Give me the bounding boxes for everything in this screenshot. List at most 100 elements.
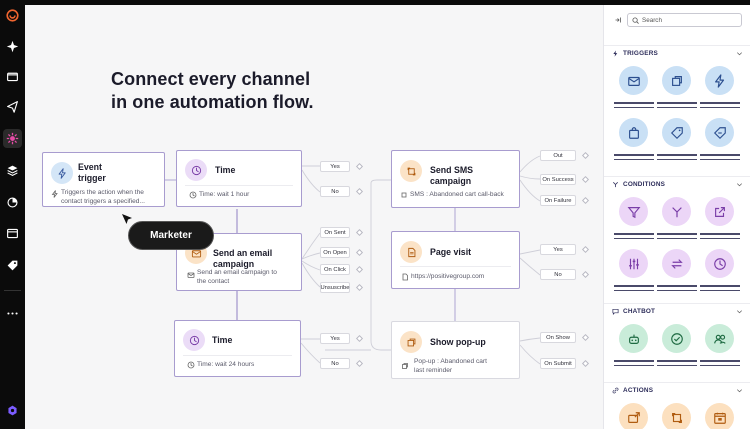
section-conditions[interactable]: CONDITIONS [604, 176, 750, 191]
automation-icon[interactable] [3, 129, 22, 148]
branch-no[interactable]: No [540, 269, 590, 280]
chevron-down-icon [737, 389, 742, 393]
node-divider [400, 266, 511, 267]
branch-no[interactable]: No [320, 358, 364, 369]
brand-logo-icon[interactable] [3, 6, 22, 25]
section-title: ACTIONS [623, 387, 654, 394]
node-title: Send SMS campaign [430, 165, 474, 186]
section-title: CHATBOT [623, 308, 656, 315]
branch-yes[interactable]: Yes [320, 333, 364, 344]
node-description: Time: wait 1 hour [199, 191, 250, 198]
chat-icon [612, 308, 619, 315]
time-wait-1-node[interactable]: Time Time: wait 1 hour [176, 150, 302, 207]
section-title: TRIGGERS [623, 50, 658, 57]
node-title: Time [212, 335, 233, 345]
pointer-cursor-icon [122, 214, 132, 224]
branch-on-click[interactable]: On Click [320, 264, 364, 275]
section-triggers[interactable]: TRIGGERS [604, 45, 750, 60]
clock-icon [189, 191, 197, 199]
node-divider [185, 185, 293, 186]
branch-on-sent[interactable]: On Sent [320, 227, 364, 238]
lightning-icon [705, 66, 734, 95]
show-popup-node[interactable]: Show pop-up Pop-up : Abandoned cart last … [391, 321, 520, 379]
document-icon [402, 273, 408, 281]
more-icon[interactable] [3, 304, 22, 323]
search-placeholder: Search [642, 16, 662, 24]
node-title: Send an email campaign [213, 248, 273, 269]
users-icon [705, 324, 734, 353]
sparkle-icon[interactable] [3, 37, 22, 56]
page-visit-node[interactable]: Page visit https://positivegroup.com [391, 231, 520, 289]
section-title: CONDITIONS [623, 181, 666, 188]
envelope-icon [187, 272, 195, 278]
split-icon [662, 197, 691, 226]
node-description: Send an email campaign to the contact [197, 269, 277, 285]
node-description: Time: wait 24 hours [197, 361, 255, 368]
event-trigger-node[interactable]: Event trigger Triggers the action when th… [42, 152, 165, 207]
refresh-square-icon [662, 403, 691, 429]
shopping-bag-icon [619, 118, 648, 147]
node-divider [183, 355, 292, 356]
clock-icon [187, 361, 195, 369]
clock-icon [185, 159, 207, 181]
refresh-square-icon [401, 192, 407, 198]
layers-icon[interactable] [3, 161, 22, 180]
node-description: SMS : Abandoned cart call-back [410, 191, 504, 198]
workflow-canvas[interactable]: Connect every channel in one automation … [25, 5, 603, 429]
lightning-icon [613, 50, 618, 57]
search-input[interactable]: Search [627, 13, 742, 27]
window-stack-icon [400, 331, 422, 353]
window-stack-icon [402, 363, 408, 369]
node-description: Pop-up : Abandoned cart last reminder [414, 358, 487, 374]
blocks-panel: Search TRIGGERS CONDITIONS CHATBOT ACTIO… [603, 5, 750, 429]
left-nav-rail [0, 0, 25, 429]
check-circle-icon [662, 324, 691, 353]
lightning-icon [51, 162, 73, 184]
tag-refresh-icon [705, 118, 734, 147]
chevron-down-icon [737, 52, 742, 56]
document-icon [400, 241, 422, 263]
folder-icon[interactable] [3, 67, 22, 86]
branch-on-success[interactable]: On Success [540, 174, 590, 185]
collapse-panel-icon[interactable] [614, 16, 622, 24]
send-icon[interactable] [3, 97, 22, 116]
clock-icon [705, 249, 734, 278]
section-actions[interactable]: ACTIONS [604, 382, 750, 397]
clock-icon [183, 329, 205, 351]
node-title: Event trigger [78, 162, 106, 183]
branch-no[interactable]: No [320, 186, 364, 197]
branch-on-open[interactable]: On Open [320, 247, 364, 258]
lightning-icon [51, 190, 58, 198]
node-title: Time [215, 165, 236, 175]
branch-unsubscribe[interactable]: Unsuscribe [320, 282, 364, 293]
pie-chart-icon[interactable] [3, 193, 22, 212]
rail-divider [4, 290, 21, 291]
node-title: Page visit [430, 247, 472, 257]
link-icon [612, 387, 619, 394]
sliders-icon [619, 249, 648, 278]
external-link-icon [705, 197, 734, 226]
calendar-icon [705, 403, 734, 429]
bot-icon [619, 324, 648, 353]
envelope-send-icon [619, 403, 648, 429]
tag-icon[interactable] [3, 256, 22, 275]
swap-icon [662, 249, 691, 278]
filter-icon [619, 197, 648, 226]
branch-on-show[interactable]: On Show [540, 332, 590, 343]
branch-on-submit[interactable]: On Submit [540, 358, 590, 369]
branch-yes[interactable]: Yes [320, 161, 364, 172]
envelope-icon [619, 66, 648, 95]
browser-icon[interactable] [3, 224, 22, 243]
split-icon [613, 182, 618, 188]
branch-on-failure[interactable]: On Failure [540, 195, 590, 206]
node-description: https://positivegroup.com [411, 273, 485, 280]
refresh-square-icon [400, 160, 422, 182]
profile-icon[interactable] [3, 401, 22, 420]
chevron-down-icon [737, 183, 742, 187]
node-title: Show pop-up [430, 337, 486, 347]
time-wait-2-node[interactable]: Time Time: wait 24 hours [174, 320, 301, 377]
section-chatbot[interactable]: CHATBOT [604, 303, 750, 318]
branch-yes[interactable]: Yes [540, 244, 590, 255]
branch-out[interactable]: Out [540, 150, 590, 161]
send-sms-node[interactable]: Send SMS campaign SMS : Abandoned cart ca… [391, 150, 520, 208]
